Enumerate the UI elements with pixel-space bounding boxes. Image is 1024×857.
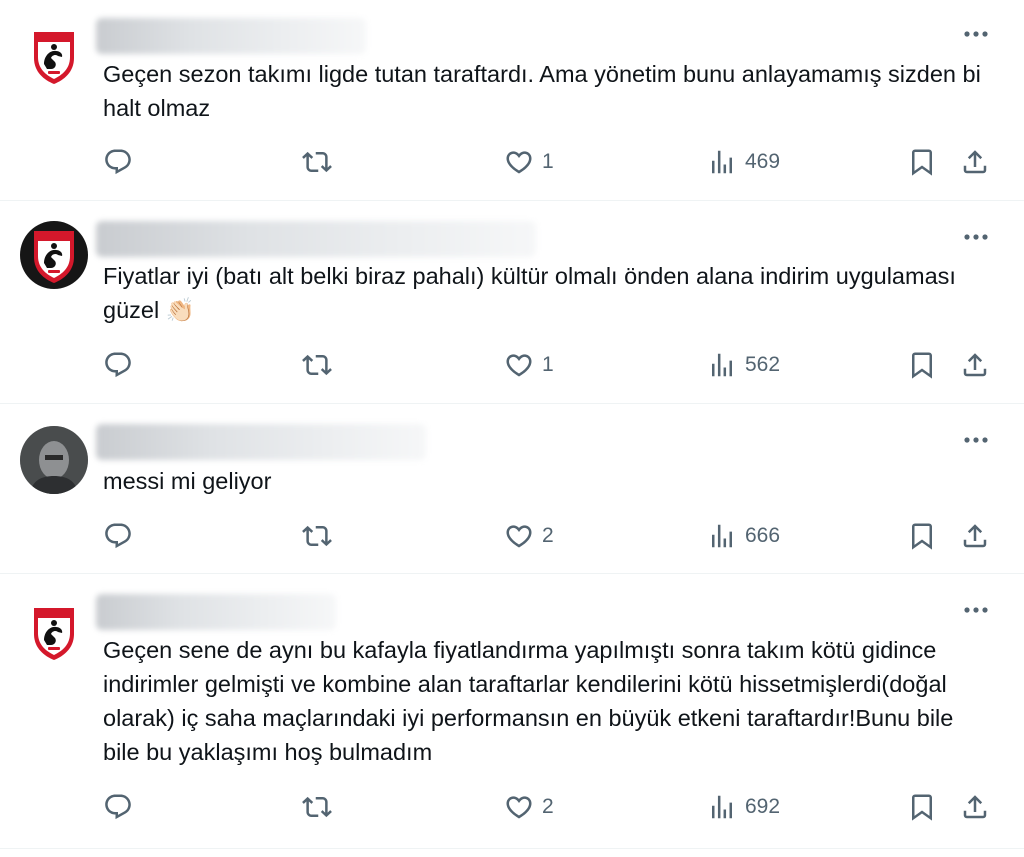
share-button[interactable]: [960, 789, 990, 825]
post-2[interactable]: Fiyatlar iyi (batı alt belki biraz pahal…: [0, 201, 1024, 404]
share-button[interactable]: [960, 518, 990, 554]
share-icon: [960, 147, 990, 177]
more-options-button[interactable]: [962, 24, 990, 44]
share-button[interactable]: [960, 347, 990, 383]
reply-button[interactable]: [103, 347, 133, 383]
like-count: 1: [542, 150, 554, 173]
avatar-club-logo-dark[interactable]: [20, 221, 88, 289]
avatar-club-logo[interactable]: [20, 598, 88, 666]
views-chart-icon: [707, 792, 737, 822]
heart-icon: [504, 350, 534, 380]
view-count: 562: [745, 353, 781, 376]
bookmark-icon: [907, 147, 937, 177]
like-button[interactable]: 1: [504, 347, 554, 383]
views-button[interactable]: 666: [707, 518, 780, 554]
blurred-username: [96, 594, 336, 630]
view-count: 666: [745, 524, 781, 547]
retweet-icon: [302, 792, 332, 822]
views-chart-icon: [707, 521, 737, 551]
bookmark-icon: [907, 792, 937, 822]
view-count: 469: [745, 150, 781, 173]
retweet-icon: [302, 521, 332, 551]
views-button[interactable]: 562: [707, 347, 780, 383]
view-count: 692: [745, 795, 781, 818]
reply-icon: [103, 792, 133, 822]
more-dots-icon: [962, 227, 990, 247]
post-1[interactable]: Geçen sezon takımı ligde tutan taraftard…: [0, 0, 1024, 201]
views-chart-icon: [707, 350, 737, 380]
blurred-username: [96, 18, 366, 54]
reply-icon: [103, 521, 133, 551]
retweet-button[interactable]: [302, 144, 332, 180]
heart-icon: [504, 147, 534, 177]
blurred-username: [96, 424, 426, 460]
club-logo-icon: [20, 598, 88, 666]
club-logo-icon: [20, 221, 88, 289]
reply-icon: [103, 350, 133, 380]
more-dots-icon: [962, 24, 990, 44]
more-dots-icon: [962, 600, 990, 620]
more-options-button[interactable]: [962, 227, 990, 247]
reply-button[interactable]: [103, 789, 133, 825]
retweet-button[interactable]: [302, 347, 332, 383]
bookmark-icon: [907, 521, 937, 551]
reply-icon: [103, 147, 133, 177]
bookmark-button[interactable]: [907, 347, 937, 383]
club-logo-icon: [20, 22, 88, 90]
reply-button[interactable]: [103, 144, 133, 180]
action-bar: 2 666: [0, 518, 1024, 554]
action-bar: 1 562: [0, 347, 1024, 383]
more-options-button[interactable]: [962, 600, 990, 620]
share-icon: [960, 350, 990, 380]
post-3[interactable]: messi mi geliyor 2 666: [0, 404, 1024, 574]
share-button[interactable]: [960, 144, 990, 180]
retweet-icon: [302, 350, 332, 380]
avatar-club-logo[interactable]: [20, 22, 88, 90]
bookmark-button[interactable]: [907, 518, 937, 554]
post-text: messi mi geliyor: [103, 468, 272, 494]
more-dots-icon: [962, 430, 990, 450]
avatar-portrait[interactable]: [20, 426, 88, 494]
post-text: Fiyatlar iyi (batı alt belki biraz pahal…: [103, 263, 956, 323]
bookmark-icon: [907, 350, 937, 380]
retweet-button[interactable]: [302, 789, 332, 825]
blurred-username: [96, 221, 536, 257]
like-count: 2: [542, 795, 554, 818]
post-4[interactable]: Geçen sene de aynı bu kafayla fiyatlandı…: [0, 574, 1024, 849]
bookmark-button[interactable]: [907, 789, 937, 825]
share-icon: [960, 521, 990, 551]
post-text: Geçen sezon takımı ligde tutan taraftard…: [103, 61, 981, 121]
action-bar: 2 692: [0, 789, 1024, 825]
retweet-icon: [302, 147, 332, 177]
bookmark-button[interactable]: [907, 144, 937, 180]
post-text: Geçen sene de aynı bu kafayla fiyatlandı…: [103, 637, 954, 765]
like-button[interactable]: 2: [504, 518, 554, 554]
views-chart-icon: [707, 147, 737, 177]
like-count: 2: [542, 524, 554, 547]
reply-button[interactable]: [103, 518, 133, 554]
views-button[interactable]: 469: [707, 144, 780, 180]
share-icon: [960, 792, 990, 822]
like-button[interactable]: 2: [504, 789, 554, 825]
portrait-image: [20, 426, 88, 494]
heart-icon: [504, 792, 534, 822]
views-button[interactable]: 692: [707, 789, 780, 825]
retweet-button[interactable]: [302, 518, 332, 554]
action-bar: 1 469: [0, 144, 1024, 180]
more-options-button[interactable]: [962, 430, 990, 450]
like-count: 1: [542, 353, 554, 376]
like-button[interactable]: 1: [504, 144, 554, 180]
heart-icon: [504, 521, 534, 551]
